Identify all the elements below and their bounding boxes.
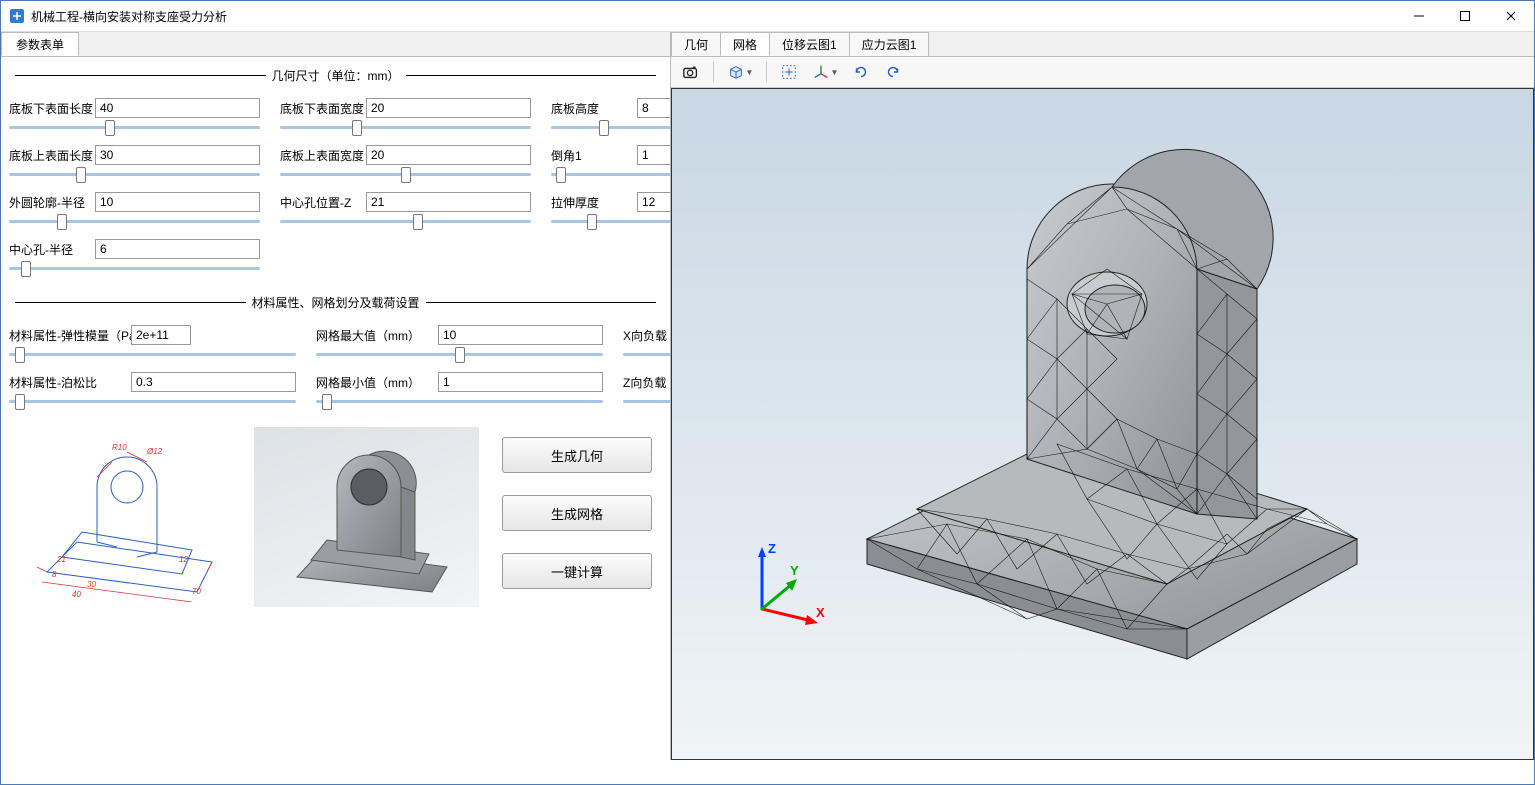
input-top-width[interactable] bbox=[366, 145, 531, 165]
tab-mesh[interactable]: 网格 bbox=[720, 32, 770, 56]
input-chamfer[interactable] bbox=[637, 145, 671, 165]
label-f6: 倒角1 bbox=[551, 147, 631, 164]
tab-geometry[interactable]: 几何 bbox=[671, 32, 721, 56]
svg-text:R10: R10 bbox=[112, 443, 127, 452]
label-f1: 底板下表面长度 bbox=[9, 100, 89, 117]
slider-f9[interactable] bbox=[551, 220, 671, 223]
svg-text:21: 21 bbox=[56, 555, 66, 564]
label-f5: 底板上表面宽度 bbox=[280, 147, 360, 164]
label-f4: 底板上表面长度 bbox=[9, 147, 89, 164]
section-material-title: 材料属性、网格划分及载荷设置 bbox=[9, 294, 662, 311]
label-e: 材料属性-弹性模量（Pa） bbox=[9, 327, 125, 344]
tab-displacement[interactable]: 位移云图1 bbox=[769, 32, 850, 56]
slider-f5[interactable] bbox=[280, 173, 531, 176]
slider-mn[interactable] bbox=[316, 400, 603, 403]
svg-text:X: X bbox=[816, 605, 825, 620]
label-f9: 拉伸厚度 bbox=[551, 194, 631, 211]
window-title: 机械工程-横向安装对称支座受力分析 bbox=[31, 8, 1396, 25]
label-f7: 外圆轮廓-半径 bbox=[9, 194, 89, 211]
section-geometry-title: 几何尺寸（单位：mm） bbox=[9, 67, 662, 84]
mesh-render bbox=[827, 139, 1387, 669]
slider-nu[interactable] bbox=[9, 400, 296, 403]
input-extrude[interactable] bbox=[637, 192, 671, 212]
label-lx: X向负载（N） bbox=[623, 327, 671, 344]
titlebar: 机械工程-横向安装对称支座受力分析 bbox=[1, 1, 1534, 32]
slider-f10[interactable] bbox=[9, 267, 260, 270]
slider-e[interactable] bbox=[9, 353, 296, 356]
input-base-height[interactable] bbox=[637, 98, 671, 118]
app-icon bbox=[9, 8, 25, 24]
svg-text:Ø12: Ø12 bbox=[146, 447, 163, 456]
svg-text:Z: Z bbox=[768, 541, 776, 556]
minimize-button[interactable] bbox=[1396, 1, 1442, 31]
slider-mx[interactable] bbox=[316, 353, 603, 356]
input-mesh-max[interactable] bbox=[438, 325, 603, 345]
label-f3: 底板高度 bbox=[551, 100, 631, 117]
generate-geometry-button[interactable]: 生成几何 bbox=[502, 437, 652, 473]
axis-xyz-icon[interactable]: ▼ bbox=[807, 59, 843, 85]
viewport-3d[interactable]: Z Y X bbox=[671, 88, 1534, 760]
slider-f2[interactable] bbox=[280, 126, 531, 129]
svg-text:Y: Y bbox=[790, 563, 799, 578]
input-bottom-length[interactable] bbox=[95, 98, 260, 118]
app-window: 机械工程-横向安装对称支座受力分析 参数表单 几何尺寸（单位：mm） 底板下表面… bbox=[0, 0, 1535, 785]
input-bottom-width[interactable] bbox=[366, 98, 531, 118]
label-mn: 网格最小值（mm） bbox=[316, 374, 432, 391]
slider-f7[interactable] bbox=[9, 220, 260, 223]
label-lz: Z向负载（N） bbox=[623, 374, 671, 391]
rotate-ccw-icon[interactable] bbox=[847, 59, 875, 85]
label-mx: 网格最大值（mm） bbox=[316, 327, 432, 344]
input-top-length[interactable] bbox=[95, 145, 260, 165]
input-nu[interactable] bbox=[131, 372, 296, 392]
rotate-cw-icon[interactable] bbox=[879, 59, 907, 85]
svg-text:12: 12 bbox=[179, 555, 188, 564]
label-f10: 中心孔-半径 bbox=[9, 241, 89, 258]
view-cube-icon[interactable]: ▼ bbox=[722, 59, 758, 85]
slider-lx[interactable] bbox=[623, 353, 671, 356]
tab-params[interactable]: 参数表单 bbox=[1, 32, 79, 56]
input-hole-radius[interactable] bbox=[95, 239, 260, 259]
slider-f3[interactable] bbox=[551, 126, 671, 129]
maximize-button[interactable] bbox=[1442, 1, 1488, 31]
slider-f6[interactable] bbox=[551, 173, 671, 176]
viewport-toolbar: ▼ ▼ bbox=[671, 57, 1534, 88]
svg-text:8: 8 bbox=[52, 570, 57, 579]
input-e[interactable] bbox=[131, 325, 191, 345]
label-nu: 材料属性-泊松比 bbox=[9, 374, 125, 391]
label-f8: 中心孔位置-Z bbox=[280, 194, 360, 211]
axis-triad: Z Y X bbox=[742, 539, 832, 629]
svg-text:70: 70 bbox=[192, 587, 201, 596]
generate-mesh-button[interactable]: 生成网格 bbox=[502, 495, 652, 531]
slider-f4[interactable] bbox=[9, 173, 260, 176]
camera-icon[interactable] bbox=[677, 59, 705, 85]
input-hole-z[interactable] bbox=[366, 192, 531, 212]
slider-lz[interactable] bbox=[623, 400, 671, 403]
compute-button[interactable]: 一键计算 bbox=[502, 553, 652, 589]
tab-stress[interactable]: 应力云图1 bbox=[849, 32, 930, 56]
right-panel: 几何 网格 位移云图1 应力云图1 ▼ ▼ bbox=[671, 32, 1534, 760]
left-panel: 参数表单 几何尺寸（单位：mm） 底板下表面长度 底板下表面宽度 底板高度 底板… bbox=[1, 32, 671, 760]
label-f2: 底板下表面宽度 bbox=[280, 100, 360, 117]
slider-f8[interactable] bbox=[280, 220, 531, 223]
input-outer-radius[interactable] bbox=[95, 192, 260, 212]
close-button[interactable] bbox=[1488, 1, 1534, 31]
svg-text:30: 30 bbox=[87, 580, 96, 589]
fit-view-icon[interactable] bbox=[775, 59, 803, 85]
input-mesh-min[interactable] bbox=[438, 372, 603, 392]
svg-text:40: 40 bbox=[72, 590, 81, 599]
render-preview bbox=[254, 427, 479, 607]
slider-f1[interactable] bbox=[9, 126, 260, 129]
wireframe-diagram: R10 Ø12 40 30 21 12 70 8 bbox=[9, 427, 234, 607]
